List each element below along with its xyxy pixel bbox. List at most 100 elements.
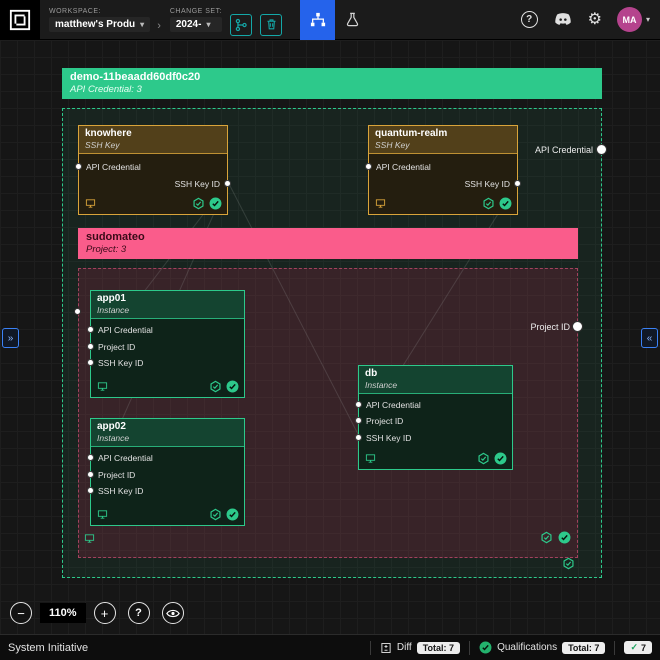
user-menu[interactable]: MA ▾ — [616, 7, 650, 32]
confirmation-check-icon[interactable] — [499, 197, 512, 210]
output-socket-ssh-key-id[interactable]: SSH Key ID — [464, 178, 521, 189]
merge-changeset-button[interactable] — [230, 13, 253, 36]
confirmation-check-icon[interactable] — [226, 380, 239, 393]
input-socket-api-credential[interactable]: API Credential — [75, 162, 141, 172]
changeset-select[interactable]: 2024- ▾ — [169, 16, 223, 32]
help-icon: ? — [526, 14, 533, 25]
input-socket-api-credential[interactable]: API Credential — [87, 453, 153, 463]
statusbar-divider — [369, 640, 371, 655]
trash-icon — [265, 18, 278, 31]
gear-icon[interactable]: ⚙ — [588, 11, 602, 28]
socket-dot[interactable] — [224, 180, 231, 187]
zoom-out-button[interactable]: − — [10, 602, 32, 624]
expand-right-panel-button[interactable]: « — [641, 328, 658, 348]
socket-label: SSH Key ID — [464, 178, 510, 189]
component-header: app02 Instance — [91, 419, 244, 447]
component-footer — [375, 197, 512, 210]
chevron-left-icon: « — [646, 332, 653, 344]
socket-dot[interactable] — [355, 401, 362, 408]
socket-dot[interactable] — [514, 180, 521, 187]
frame-output-socket-project-id[interactable] — [572, 321, 583, 332]
component-footer — [97, 508, 239, 521]
qualification-hex-icon[interactable] — [209, 508, 222, 521]
canvas-help-button[interactable]: ? — [127, 602, 150, 624]
qualification-hex-icon[interactable] — [209, 380, 222, 393]
component-db[interactable]: db Instance API Credential Project ID SS… — [355, 365, 513, 470]
discord-icon[interactable] — [553, 12, 573, 27]
socket-label: Project ID — [98, 469, 136, 480]
socket-dot[interactable] — [75, 163, 82, 170]
input-socket-api-credential[interactable]: API Credential — [355, 399, 421, 410]
visibility-button[interactable] — [161, 602, 184, 624]
qualifications-label: Qualifications — [497, 642, 558, 653]
qualifications-passed-badge: ✓ 7 — [624, 641, 652, 654]
component-app01[interactable]: app01 Instance API Credential Project ID… — [87, 290, 245, 398]
help-button[interactable]: ? — [520, 11, 538, 28]
passed-count: 7 — [640, 642, 646, 653]
component-title: app01 — [97, 293, 126, 304]
confirmation-check-icon[interactable] — [226, 508, 239, 521]
socket-dot[interactable] — [355, 417, 362, 424]
eye-icon — [166, 609, 180, 618]
diagram-canvas[interactable]: demo-11beaadd60df0c20 API Credential: 3 … — [0, 40, 660, 634]
socket-dot[interactable] — [355, 434, 362, 441]
zoom-in-button[interactable]: + — [93, 602, 116, 624]
check-icon: ✓ — [630, 642, 638, 652]
socket-dot[interactable] — [87, 343, 94, 350]
socket-dot[interactable] — [365, 163, 372, 170]
abandon-changeset-button[interactable] — [260, 13, 283, 36]
confirmation-check-icon[interactable] — [209, 197, 222, 210]
socket-label: API Credential — [366, 399, 421, 410]
sitemap-icon — [310, 12, 326, 28]
diff-group[interactable]: Diff Total: 7 — [380, 641, 461, 654]
input-socket-ssh-key-id[interactable]: SSH Key ID — [355, 432, 412, 443]
statusbar-right: Diff Total: 7 Qualifications Total: 7 ✓ … — [369, 640, 652, 655]
tab-model-diagram[interactable] — [300, 0, 336, 40]
qualification-hex-icon[interactable] — [192, 197, 205, 210]
topbar: WORKSPACE: matthew's Produ ▾ › CHANGE SE… — [0, 0, 660, 40]
app-name: System Initiative — [8, 641, 89, 654]
output-socket-ssh-key-id[interactable]: SSH Key ID — [175, 179, 231, 189]
qualification-hex-icon[interactable] — [540, 531, 553, 544]
frame-title: demo-11beaadd60df0c20 — [70, 71, 201, 83]
frame-input-socket-project[interactable] — [74, 308, 81, 315]
component-knowhere[interactable]: knowhere SSH Key API Credential SSH Key … — [75, 125, 231, 215]
qualifications-group[interactable]: Qualifications Total: 7 — [479, 641, 606, 654]
qualification-hex-icon[interactable] — [477, 452, 490, 465]
socket-dot[interactable] — [87, 471, 94, 478]
socket-dot[interactable] — [87, 359, 94, 366]
input-socket-project-id[interactable]: Project ID — [355, 415, 404, 426]
frame-socket-label-project-id: Project ID — [530, 322, 570, 332]
socket-label: SSH Key ID — [366, 432, 412, 443]
statusbar-divider — [469, 640, 471, 655]
input-socket-api-credential[interactable]: API Credential — [87, 325, 153, 335]
component-type-icon — [97, 509, 108, 520]
component-type: Instance — [97, 305, 130, 315]
workspace-label: WORKSPACE: — [49, 7, 101, 15]
input-socket-api-credential[interactable]: API Credential — [365, 162, 431, 172]
component-type: SSH Key — [375, 140, 410, 150]
component-app02[interactable]: app02 Instance API Credential Project ID… — [87, 418, 245, 526]
socket-dot[interactable] — [87, 487, 94, 494]
input-socket-project-id[interactable]: Project ID — [87, 342, 135, 352]
expand-left-panel-button[interactable]: » — [2, 328, 19, 348]
component-footer — [97, 380, 239, 393]
socket-dot[interactable] — [87, 326, 94, 333]
socket-label: Project ID — [366, 415, 404, 426]
socket-dot[interactable] — [87, 454, 94, 461]
input-socket-project-id[interactable]: Project ID — [87, 469, 136, 480]
frame-header-api-credential[interactable]: demo-11beaadd60df0c20 API Credential: 3 — [62, 68, 602, 99]
qualification-hex-icon[interactable] — [562, 557, 575, 570]
qualification-hex-icon[interactable] — [482, 197, 495, 210]
si-logo[interactable] — [0, 0, 40, 40]
input-socket-ssh-key-id[interactable]: SSH Key ID — [87, 358, 143, 368]
tab-lab[interactable] — [335, 0, 370, 40]
socket-label: SSH Key ID — [98, 485, 144, 496]
component-quantum-realm[interactable]: quantum-realm SSH Key API Credential SSH… — [365, 125, 521, 215]
confirmation-check-icon[interactable] — [494, 452, 507, 465]
frame-output-socket-api-credential[interactable] — [596, 144, 607, 155]
frame-header-project[interactable]: sudomateo Project: 3 — [78, 228, 578, 259]
input-socket-ssh-key-id[interactable]: SSH Key ID — [87, 485, 144, 496]
confirmation-check-icon[interactable] — [558, 531, 571, 544]
workspace-select[interactable]: matthew's Produ ▾ — [49, 16, 151, 32]
